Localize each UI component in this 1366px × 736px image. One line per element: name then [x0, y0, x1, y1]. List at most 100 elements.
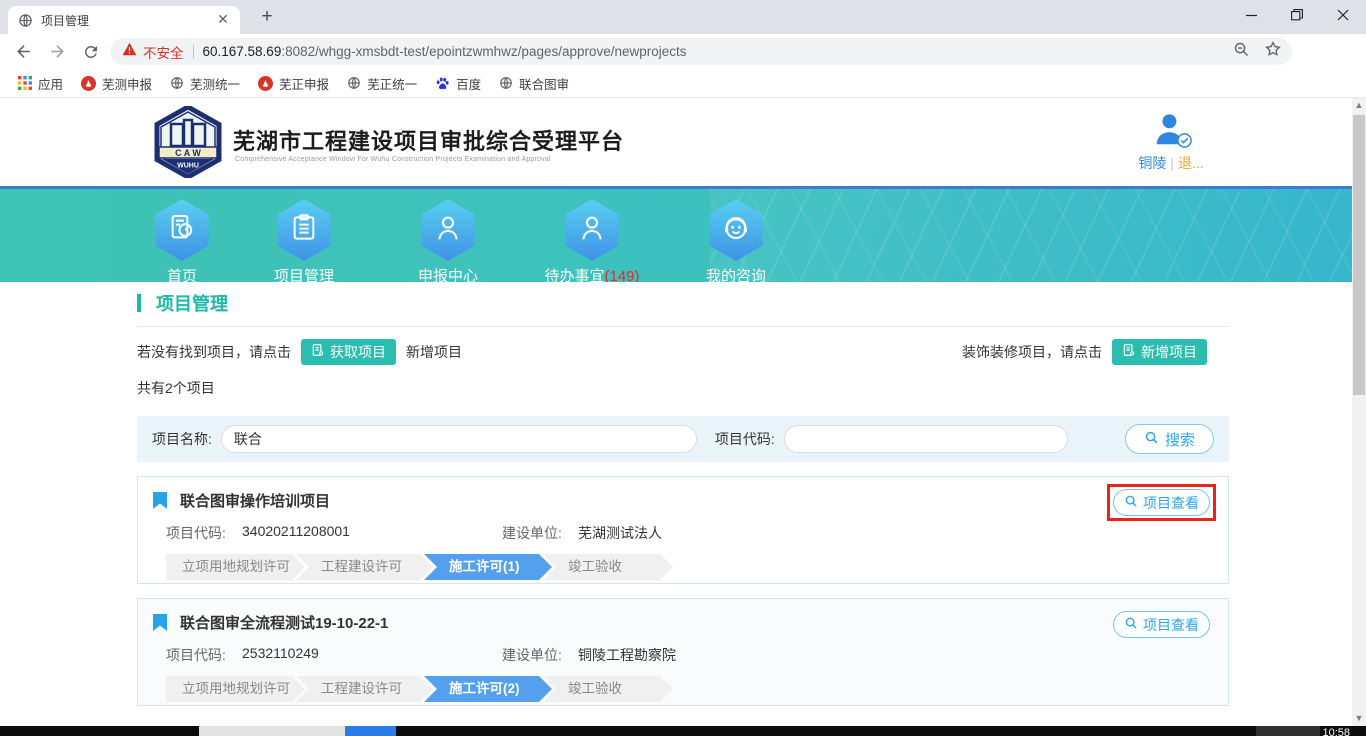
- fetch-project-button[interactable]: 获取项目: [301, 339, 396, 365]
- step-work-permit-active: 施工许可(2): [424, 676, 552, 702]
- logo-wuhu-text: WUHU: [177, 163, 199, 170]
- baidu-paw-icon: [435, 76, 450, 91]
- page-title: 项目管理: [156, 290, 228, 316]
- search-panel: 项目名称: 项目代码: 搜索: [137, 416, 1229, 462]
- nav-item-home[interactable]: 首页: [117, 199, 247, 282]
- step-construction-permit: 工程建设许可: [296, 554, 433, 580]
- step-construction-permit: 工程建设许可: [296, 676, 433, 702]
- search-button[interactable]: 搜索: [1125, 424, 1214, 454]
- browser-tab-strip: 项目管理 ✕ +: [0, 0, 1366, 34]
- bookmark-wuzheng-tongyi[interactable]: 芜正统一: [347, 74, 417, 93]
- red-highlight-frame: [1107, 484, 1216, 521]
- search-icon: [1144, 430, 1159, 449]
- project-info-row: 项目代码: 2532110249 建设单位: 铜陵工程勘察院: [166, 645, 1213, 665]
- project-name-input[interactable]: [221, 425, 697, 453]
- approval-steps: 立项用地规划许可 工程建设许可 施工许可(2) 竣工验收: [166, 676, 1213, 702]
- step-completion-acceptance: 竣工验收: [543, 554, 673, 580]
- taskbar-tray[interactable]: [1256, 726, 1320, 736]
- build-unit-label: 建设单位:: [502, 523, 578, 543]
- reload-icon[interactable]: [80, 41, 102, 63]
- window-minimize-button[interactable]: [1228, 0, 1274, 30]
- zoom-out-icon[interactable]: [1233, 41, 1250, 63]
- nav-label: 申报中心: [383, 265, 513, 282]
- scrollbar-thumb[interactable]: [1353, 115, 1365, 395]
- taskbar-active-item[interactable]: [345, 726, 396, 736]
- person-icon: [432, 212, 464, 249]
- red-badge-icon: [81, 76, 96, 91]
- bookmark-star-icon[interactable]: [1264, 40, 1282, 63]
- nav-item-declaration-center[interactable]: 申报中心: [383, 199, 513, 282]
- hint-right: 装饰装修项目，请点击 新增项目: [962, 339, 1229, 365]
- security-warning-icon: [122, 42, 137, 61]
- bookmark-wuce-tongyi[interactable]: 芜测统一: [170, 74, 240, 93]
- decoration-hint-text: 装饰装修项目，请点击: [962, 342, 1102, 362]
- nav-label: 我的咨询: [671, 265, 801, 282]
- project-view-button[interactable]: 项目查看: [1113, 611, 1210, 638]
- bookmark-apps[interactable]: 应用: [18, 74, 63, 93]
- document-plus-icon: [311, 343, 325, 360]
- project-code-label: 项目代码:: [166, 645, 242, 665]
- home-hexagon: [153, 199, 211, 261]
- red-badge-icon: [258, 76, 273, 91]
- bookmark-baidu[interactable]: 百度: [435, 74, 481, 93]
- main-navigation: 首页 项目管理 申报中心: [0, 186, 1366, 282]
- project-code-value: 34020211208001: [242, 523, 502, 543]
- tab-close-icon[interactable]: ✕: [214, 11, 232, 29]
- project-name-label: 项目名称:: [152, 429, 212, 449]
- omnibox-right-icons: [1233, 40, 1282, 63]
- nav-item-project-management[interactable]: 项目管理: [239, 199, 369, 282]
- step-work-permit-active: 施工许可(1): [424, 554, 552, 580]
- content-area: 项目管理 若没有找到项目，请点击 获取项目 新增项目 装饰装修项目，请点击: [137, 290, 1229, 706]
- omnibox-url-field[interactable]: 不安全 60.167.58.69:8082/whgg-xmsbdt-test/e…: [110, 38, 1292, 65]
- nav-item-consultation[interactable]: 我的咨询: [671, 199, 801, 282]
- nav-item-todo[interactable]: 待办事宜(149): [527, 199, 657, 282]
- forward-icon[interactable]: [46, 41, 68, 63]
- add-project-button[interactable]: 新增项目: [1112, 339, 1207, 365]
- taskbar-item[interactable]: [199, 726, 345, 736]
- card-title-row: 联合图审全流程测试19-10-22-1: [153, 612, 1213, 633]
- scrollbar-down-arrow-icon[interactable]: ▼: [1352, 711, 1366, 726]
- security-warning-label[interactable]: 不安全: [143, 42, 184, 62]
- user-avatar-icon[interactable]: [1152, 110, 1190, 150]
- logout-link[interactable]: 退...: [1178, 155, 1204, 171]
- step-land-planning: 立项用地规划许可: [166, 676, 305, 702]
- back-icon[interactable]: [12, 41, 34, 63]
- document-plus-icon: [1122, 343, 1136, 360]
- window-close-button[interactable]: [1320, 0, 1366, 30]
- add-project-text-link[interactable]: 新增项目: [406, 342, 462, 362]
- todo-count-badge: (149): [604, 268, 639, 282]
- project-hexagon: [275, 199, 333, 261]
- project-code-label: 项目代码:: [166, 523, 242, 543]
- consultation-hexagon: [707, 199, 765, 261]
- site-title: 芜湖市工程建设项目审批综合受理平台: [233, 124, 624, 156]
- approval-steps: 立项用地规划许可 工程建设许可 施工许可(1) 竣工验收: [166, 554, 1213, 580]
- window-restore-button[interactable]: [1274, 0, 1320, 30]
- window-controls: [1228, 0, 1366, 34]
- step-land-planning: 立项用地规划许可: [166, 554, 305, 580]
- section-divider: [137, 326, 1229, 327]
- scrollbar-up-arrow-icon[interactable]: ▲: [1352, 98, 1366, 113]
- globe-icon: [499, 76, 513, 90]
- project-code-value: 2532110249: [242, 645, 502, 665]
- view-button-wrap: 项目查看: [1113, 489, 1210, 516]
- bookmark-lianhe-tushen[interactable]: 联合图审: [499, 74, 569, 93]
- nav-label: 待办事宜(149): [527, 265, 657, 282]
- hint-row: 若没有找到项目，请点击 获取项目 新增项目 装饰装修项目，请点击 新增项目: [137, 338, 1229, 365]
- tab-favicon-globe-icon: [18, 13, 33, 28]
- project-title: 联合图审全流程测试19-10-22-1: [180, 612, 388, 633]
- site-logo: C A W WUHU: [153, 106, 223, 178]
- bookmark-flag-icon: [153, 492, 167, 509]
- browser-address-bar: 不安全 60.167.58.69:8082/whgg-xmsbdt-test/e…: [0, 34, 1366, 69]
- bookmark-wuce-shenbao[interactable]: 芜测申报: [81, 74, 152, 93]
- globe-icon: [170, 76, 184, 90]
- section-title-accent-bar: [137, 294, 141, 312]
- browser-tab[interactable]: 项目管理 ✕: [8, 6, 240, 34]
- headset-face-icon: [720, 212, 752, 249]
- bookmark-wuzheng-shenbao[interactable]: 芜正申报: [258, 74, 329, 93]
- username-text[interactable]: 铜陵: [1138, 155, 1166, 171]
- bookmarks-bar: 应用 芜测申报 芜测统一 芜正申报 芜正统一: [0, 69, 1366, 98]
- new-tab-button[interactable]: +: [254, 4, 280, 30]
- windows-taskbar-sliver: 10:58: [0, 726, 1366, 736]
- project-code-input[interactable]: [784, 425, 1068, 453]
- page-scrollbar[interactable]: ▲ ▼: [1352, 98, 1366, 726]
